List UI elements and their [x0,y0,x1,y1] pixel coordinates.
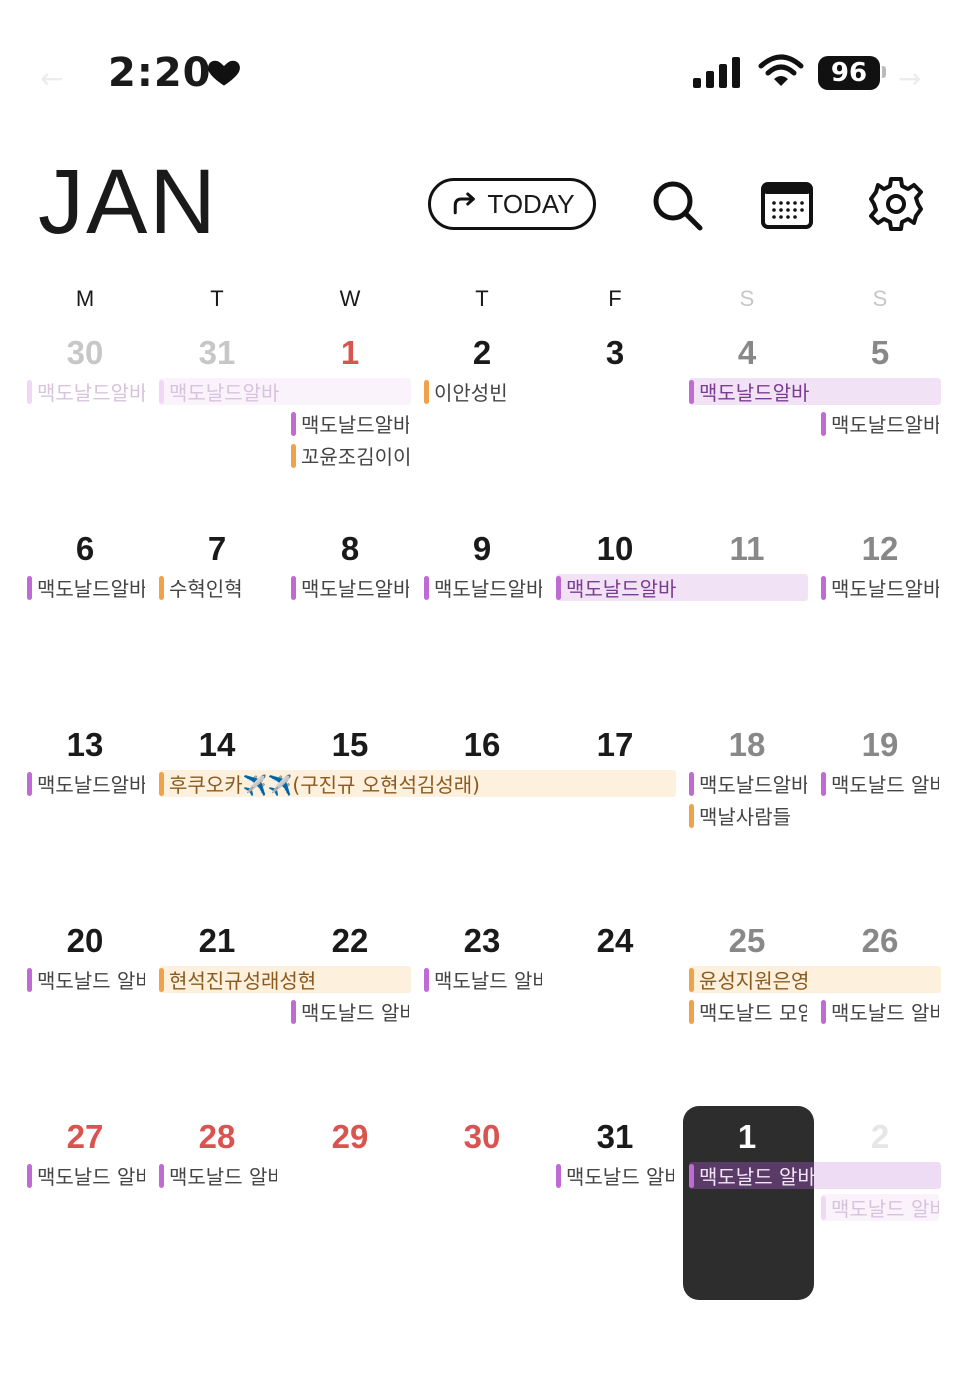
event-item[interactable]: 맥도날드알바 [291,574,409,601]
day-cell[interactable]: 31 [157,334,277,372]
event-item[interactable]: 맥도날드알바 [689,378,941,405]
event-item[interactable]: 맥도날드 모임 [689,998,807,1025]
day-cell[interactable]: 11 [687,530,807,568]
day-cell[interactable]: 8 [290,530,410,568]
event-item[interactable]: 맥도날드 알바 [821,998,939,1025]
day-cell[interactable]: 6 [25,530,145,568]
battery-indicator: 96 [818,56,880,90]
day-cell[interactable]: 19 [820,726,940,764]
day-cell[interactable]: 30 [422,1118,542,1156]
day-cell[interactable]: 17 [555,726,675,764]
event-item[interactable]: 맥도날드 알바 [689,1162,941,1189]
event-item[interactable]: 수혁인혁 [159,574,277,601]
event-item[interactable]: 맥도날드알바 [821,574,939,601]
calendar-icon[interactable] [760,180,814,230]
event-item[interactable]: 맥도날드알바 [689,770,807,797]
status-time: 2:20 [108,50,212,96]
day-cell[interactable]: 21 [157,922,277,960]
forward-arrow-faint: → [898,62,922,95]
day-cell[interactable]: 2 [422,334,542,372]
event-item[interactable]: 맥도날드 알바 [159,1162,277,1189]
wifi-icon [758,54,804,86]
signal-icon [693,57,740,88]
day-cell[interactable]: 31 [555,1118,675,1156]
weekday-wed: W [339,286,361,311]
event-item[interactable]: 맥도날드알바 [291,410,409,437]
day-cell[interactable]: 14 [157,726,277,764]
event-item[interactable]: 맥도날드알바 [556,574,808,601]
weekday-thu: T [475,286,489,311]
month-title: JAN [38,151,218,253]
day-cell[interactable]: 10 [555,530,675,568]
event-item[interactable]: 맥도날드알바 [424,574,542,601]
day-cell[interactable]: 7 [157,530,277,568]
day-cell[interactable]: 3 [555,334,675,372]
heart-icon [208,60,240,86]
event-item[interactable]: 맥도날드 알바 [556,1162,674,1189]
day-cell[interactable]: 9 [422,530,542,568]
event-item[interactable]: 맥도날드알바 [27,770,145,797]
event-item[interactable]: 이안성빈 [424,378,542,405]
day-cell[interactable]: 30 [25,334,145,372]
weekday-tue: T [210,286,224,311]
event-item[interactable]: 꼬윤조김이이 [291,442,409,469]
event-item[interactable]: 현석진규성래성현 [159,966,411,993]
day-cell[interactable]: 15 [290,726,410,764]
day-cell[interactable]: 1 [290,334,410,372]
day-cell[interactable]: 26 [820,922,940,960]
event-item[interactable]: 후쿠오카✈️✈️(구진규 오현석김성래) [159,770,676,797]
today-label: TODAY [487,188,575,219]
event-item[interactable]: 맥도날드알바 [821,410,939,437]
day-cell[interactable]: 20 [25,922,145,960]
day-cell[interactable]: 25 [687,922,807,960]
event-item[interactable]: 맥도날드 알바 [27,1162,145,1189]
event-item[interactable]: 맥도날드알바 [159,378,411,405]
event-item[interactable]: 맥도날드 알바 [291,998,409,1025]
day-cell-selected[interactable]: 1 [687,1118,807,1156]
day-cell[interactable]: 23 [422,922,542,960]
battery-cap [882,66,886,78]
share-arrow-icon [454,192,476,215]
search-icon[interactable] [650,178,704,232]
day-cell[interactable]: 16 [422,726,542,764]
day-cell[interactable]: 2 [820,1118,940,1156]
gear-icon[interactable] [868,176,924,232]
weekday-mon: M [75,286,95,311]
weekday-fri: F [608,286,622,311]
day-cell[interactable]: 24 [555,922,675,960]
event-item[interactable]: 맥도날드알바 [27,378,145,405]
event-item[interactable]: 맥도날드 알바 [27,966,145,993]
weekday-sat: S [739,286,755,311]
day-cell[interactable]: 5 [820,334,940,372]
day-cell[interactable]: 4 [687,334,807,372]
event-item[interactable]: 맥도날드 알바 [424,966,542,993]
day-cell[interactable]: 29 [290,1118,410,1156]
event-item[interactable]: 맥날사람들 [689,802,807,829]
day-cell[interactable]: 12 [820,530,940,568]
day-cell[interactable]: 18 [687,726,807,764]
today-button[interactable]: TODAY [428,178,596,230]
event-item[interactable]: 맥도날드알바 [27,574,145,601]
back-arrow-faint: ← [40,62,64,95]
event-item[interactable]: 윤성지원은영 [689,966,941,993]
weekday-sun: S [872,286,888,311]
day-cell[interactable]: 27 [25,1118,145,1156]
event-item[interactable]: 맥도날드 알바 [821,1194,939,1221]
day-cell[interactable]: 28 [157,1118,277,1156]
event-item[interactable]: 맥도날드 알바 [821,770,939,797]
day-cell[interactable]: 13 [25,726,145,764]
day-cell[interactable]: 22 [290,922,410,960]
